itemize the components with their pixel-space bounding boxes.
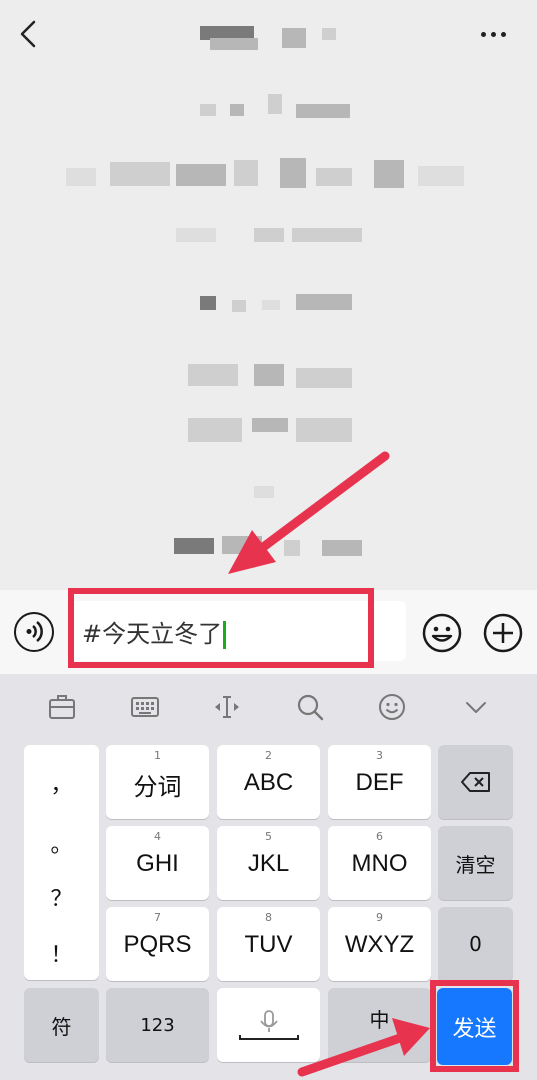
annotation-arrow-send [297, 1018, 430, 1077]
